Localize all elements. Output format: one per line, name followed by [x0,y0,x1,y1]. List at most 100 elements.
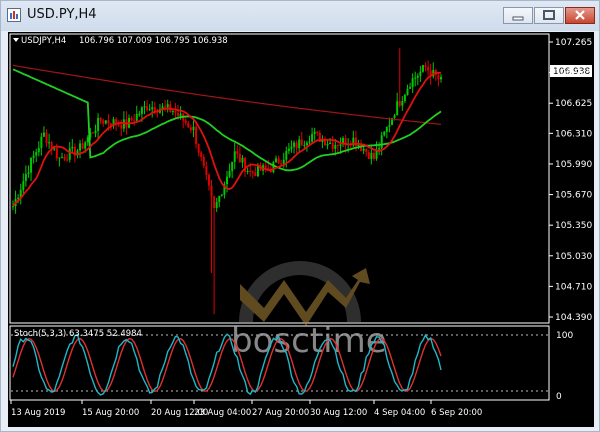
candle-body [254,172,257,177]
candle-body [380,135,383,149]
time-tick-label: 30 Aug 12:00 [310,408,367,418]
candle-body [236,151,239,154]
candle-body [334,144,337,149]
candle-body [17,197,20,199]
candle-body [411,78,414,88]
candle-body [336,144,339,146]
candle-body [197,143,200,153]
candle-body [97,117,100,131]
candle-body [48,142,51,144]
candle-body [303,144,306,146]
candle-body [177,112,180,116]
candle-body [437,75,440,80]
candle-body [68,148,71,160]
candle-body [316,131,319,133]
candle-body [55,148,58,159]
indicator-axis: 100 0 [556,331,573,402]
chart-canvas[interactable]: bosctime 106.938 USDJPY,H4 106.796 107.0… [8,32,594,427]
symbol-dropdown-icon[interactable] [13,38,19,42]
price-tick-label: 104.390 [555,313,592,323]
candle-body [424,65,427,68]
candle-body [372,152,375,159]
candle-body [207,174,210,186]
candle-body [143,106,146,108]
candle-body [409,87,412,89]
candle-body [313,131,316,134]
candle-body [378,148,381,150]
candle-body [241,157,244,163]
price-tick-label: 107.265 [555,38,592,48]
candle-body [189,127,192,131]
candle-body [42,132,45,137]
candle-body [166,104,169,108]
chart-window-icon [7,8,21,22]
candle-body [238,153,241,163]
candle-body [339,144,342,146]
candle-body [228,171,231,177]
candle-body [40,136,43,148]
candle-body [293,142,296,147]
candle-body [107,120,110,124]
candle-body [30,157,33,173]
candle-body [282,159,285,164]
candle-body [231,161,234,172]
candle-body [329,142,332,145]
main-plot-frame [9,33,550,324]
minimize-icon [512,16,524,21]
candle-body [218,195,221,203]
candle-body [285,151,288,160]
candle-body [308,141,311,143]
time-tick-label: 4 Sep 04:00 [374,408,425,418]
candle-body [130,117,133,121]
candle-body [215,202,218,208]
candle-body [305,142,308,145]
candle-body [220,194,223,196]
candles-layer [12,48,442,315]
price-tick-label: 105.990 [555,160,592,170]
time-tick-label: 6 Sep 20:00 [431,408,482,418]
candle-body [35,152,38,156]
candle-body [370,152,373,160]
candle-body [81,143,84,149]
candle-body [311,133,314,142]
candle-body [357,144,360,147]
chart-area[interactable]: bosctime 106.938 USDJPY,H4 106.796 107.0… [8,32,594,427]
candle-body [210,185,213,197]
candle-body [45,132,48,144]
candle-body [91,132,94,134]
candle-body [274,158,277,163]
candle-body [277,158,280,164]
candle-body [37,147,40,153]
price-tick-label: 106.625 [555,99,592,109]
window-titlebar[interactable]: USD.PY,H4 [1,1,599,31]
candle-body [135,113,138,121]
price-tick-label: 106.310 [555,129,592,139]
candle-body [27,172,30,175]
candle-body [326,144,329,146]
indicator-tick-label: 100 [556,331,573,341]
candle-body [427,67,430,71]
candle-body [295,142,298,149]
candle-body [192,126,195,131]
candle-body [205,166,208,175]
candle-body [102,120,105,124]
minimize-button[interactable] [503,7,533,24]
time-tick-label: 13 Aug 2019 [11,408,65,418]
price-tick-label: 104.710 [555,282,592,292]
candle-body [202,156,205,167]
maximize-button[interactable] [534,7,564,24]
candle-body [367,152,370,160]
candle-body [287,148,290,152]
candle-body [396,101,399,116]
candle-body [365,148,368,153]
candle-body [331,142,334,149]
candle-body [298,139,301,149]
candle-body [184,120,187,124]
candle-body [32,155,35,158]
close-button[interactable] [565,7,595,24]
candle-body [133,120,136,122]
candle-body [414,77,417,79]
window-title: USD.PY,H4 [27,7,97,22]
bosctime-logo [239,261,370,326]
candle-body [385,126,388,132]
